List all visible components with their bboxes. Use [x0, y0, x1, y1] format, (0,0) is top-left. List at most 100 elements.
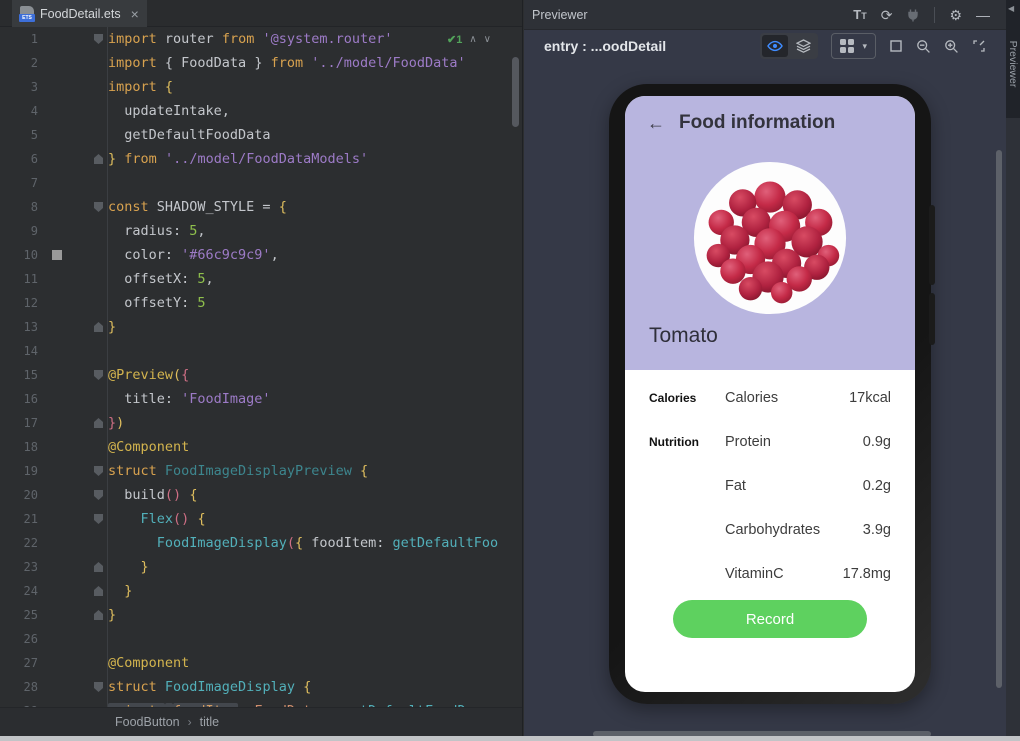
fold-marker-icon[interactable] — [94, 562, 103, 572]
code-line[interactable]: 17}) — [0, 411, 522, 435]
line-number[interactable]: 9 — [0, 219, 38, 243]
line-number[interactable]: 25 — [0, 603, 38, 627]
line-number[interactable]: 17 — [0, 411, 38, 435]
layers-icon[interactable] — [790, 35, 816, 57]
component-grid-selector[interactable]: ▾ — [831, 33, 876, 59]
line-number[interactable]: 4 — [0, 99, 38, 123]
inspect-eye-icon[interactable] — [762, 35, 789, 57]
fold-marker-icon[interactable] — [94, 34, 103, 44]
code-line[interactable]: 10 color: '#66c9c9c9', — [0, 243, 522, 267]
preview-canvas[interactable]: ← Food information Tomato Calories Calor… — [524, 62, 1006, 737]
line-number[interactable]: 18 — [0, 435, 38, 459]
fold-marker-icon[interactable] — [94, 418, 103, 428]
line-number[interactable]: 10 — [0, 243, 38, 267]
code-line[interactable]: 24 } — [0, 579, 522, 603]
code-line[interactable]: 23 } — [0, 555, 522, 579]
line-number[interactable]: 22 — [0, 531, 38, 555]
code-line[interactable]: 8 const SHADOW_STYLE = { — [0, 195, 522, 219]
fold-marker-icon[interactable] — [94, 682, 103, 692]
line-number[interactable]: 19 — [0, 459, 38, 483]
code-line[interactable]: 19 struct FoodImageDisplayPreview { — [0, 459, 522, 483]
code-line[interactable]: 18 @Component — [0, 435, 522, 459]
code-line[interactable]: 25} — [0, 603, 522, 627]
zoom-out-icon[interactable] — [916, 39, 931, 54]
fold-marker-icon[interactable] — [94, 154, 103, 164]
line-number[interactable]: 29 — [0, 699, 38, 707]
code-line[interactable]: 15 @Preview({ — [0, 363, 522, 387]
line-number[interactable]: 23 — [0, 555, 38, 579]
line-number[interactable]: 14 — [0, 339, 38, 363]
code-line[interactable]: 7 — [0, 171, 522, 195]
line-number[interactable]: 8 — [0, 195, 38, 219]
code-line[interactable]: 5 getDefaultFoodData — [0, 123, 522, 147]
line-number[interactable]: 21 — [0, 507, 38, 531]
record-button[interactable]: Record — [673, 600, 867, 638]
code-line[interactable]: 6} from '../model/FoodDataModels' — [0, 147, 522, 171]
previewer-side-tab[interactable]: ◀ Previewer — [1006, 0, 1020, 118]
canvas-vertical-scrollbar[interactable] — [996, 150, 1002, 688]
code-line[interactable]: 4 updateIntake, — [0, 99, 522, 123]
breadcrumb-item[interactable]: title — [200, 715, 219, 729]
fit-screen-icon[interactable] — [972, 39, 986, 53]
tab-close-icon[interactable]: × — [131, 6, 139, 22]
line-number[interactable]: 28 — [0, 675, 38, 699]
code-area[interactable]: 1 import router from '@system.router' 2 imp… — [0, 27, 522, 707]
line-number[interactable]: 5 — [0, 123, 38, 147]
back-arrow-icon[interactable]: ← — [647, 113, 665, 134]
line-number[interactable]: 12 — [0, 291, 38, 315]
line-number[interactable]: 15 — [0, 363, 38, 387]
prev-error-icon[interactable]: ∧ — [469, 34, 476, 45]
code-line[interactable]: 2 import { FoodData } from '../model/Food… — [0, 51, 522, 75]
settings-gear-icon[interactable]: ⚙ — [949, 8, 962, 22]
minimize-icon[interactable]: — — [976, 8, 990, 22]
code-line[interactable]: 29 private foodItem: FoodData = getDefaul… — [0, 699, 522, 707]
fold-marker-icon[interactable] — [94, 466, 103, 476]
code-line[interactable]: 27 @Component — [0, 651, 522, 675]
line-number[interactable]: 27 — [0, 651, 38, 675]
fold-marker-icon[interactable] — [94, 490, 103, 500]
line-number[interactable]: 26 — [0, 627, 38, 651]
code-line[interactable]: 13} — [0, 315, 522, 339]
fold-marker-icon[interactable] — [94, 586, 103, 596]
line-number[interactable]: 16 — [0, 387, 38, 411]
fold-marker-icon[interactable] — [94, 370, 103, 380]
color-swatch[interactable] — [52, 250, 62, 260]
line-number[interactable]: 6 — [0, 147, 38, 171]
next-error-icon[interactable]: ∨ — [484, 34, 491, 45]
breadcrumb-item[interactable]: FoodButton — [115, 715, 180, 729]
code-line[interactable]: 16 title: 'FoodImage' — [0, 387, 522, 411]
fold-marker-icon[interactable] — [94, 610, 103, 620]
refresh-icon[interactable]: ⟳ — [881, 8, 893, 22]
gutter — [38, 171, 108, 195]
plugin-icon[interactable] — [906, 8, 920, 22]
line-number[interactable]: 24 — [0, 579, 38, 603]
fold-marker-icon[interactable] — [94, 514, 103, 524]
line-number[interactable]: 11 — [0, 267, 38, 291]
zoom-in-icon[interactable] — [944, 39, 959, 54]
line-number[interactable]: 2 — [0, 51, 38, 75]
code-line[interactable]: 28 struct FoodImageDisplay { — [0, 675, 522, 699]
inspection-widget[interactable]: ✔1 ∧ ∨ — [447, 29, 491, 49]
line-number[interactable]: 7 — [0, 171, 38, 195]
line-number[interactable]: 20 — [0, 483, 38, 507]
fold-marker-icon[interactable] — [94, 202, 103, 212]
font-settings-icon[interactable]: TT — [853, 8, 866, 21]
code-line[interactable]: 14 — [0, 339, 522, 363]
editor-scrollbar[interactable] — [512, 57, 519, 127]
code-line[interactable]: 1 import router from '@system.router' — [0, 27, 522, 51]
code-line[interactable]: 11 offsetX: 5, — [0, 267, 522, 291]
code-line[interactable]: 22 FoodImageDisplay({ foodItem: getDefau… — [0, 531, 522, 555]
frame-bounds-icon[interactable] — [889, 39, 903, 53]
gutter — [38, 291, 108, 315]
code-line[interactable]: 3 import { — [0, 75, 522, 99]
fold-marker-icon[interactable] — [94, 322, 103, 332]
tab-fooddetail[interactable]: FoodDetail.ets × — [12, 0, 147, 27]
line-number[interactable]: 1 — [0, 27, 38, 51]
code-line[interactable]: 21 Flex() { — [0, 507, 522, 531]
code-line[interactable]: 12 offsetY: 5 — [0, 291, 522, 315]
code-line[interactable]: 26 — [0, 627, 522, 651]
code-line[interactable]: 20 build() { — [0, 483, 522, 507]
line-number[interactable]: 13 — [0, 315, 38, 339]
code-line[interactable]: 9 radius: 5, — [0, 219, 522, 243]
line-number[interactable]: 3 — [0, 75, 38, 99]
